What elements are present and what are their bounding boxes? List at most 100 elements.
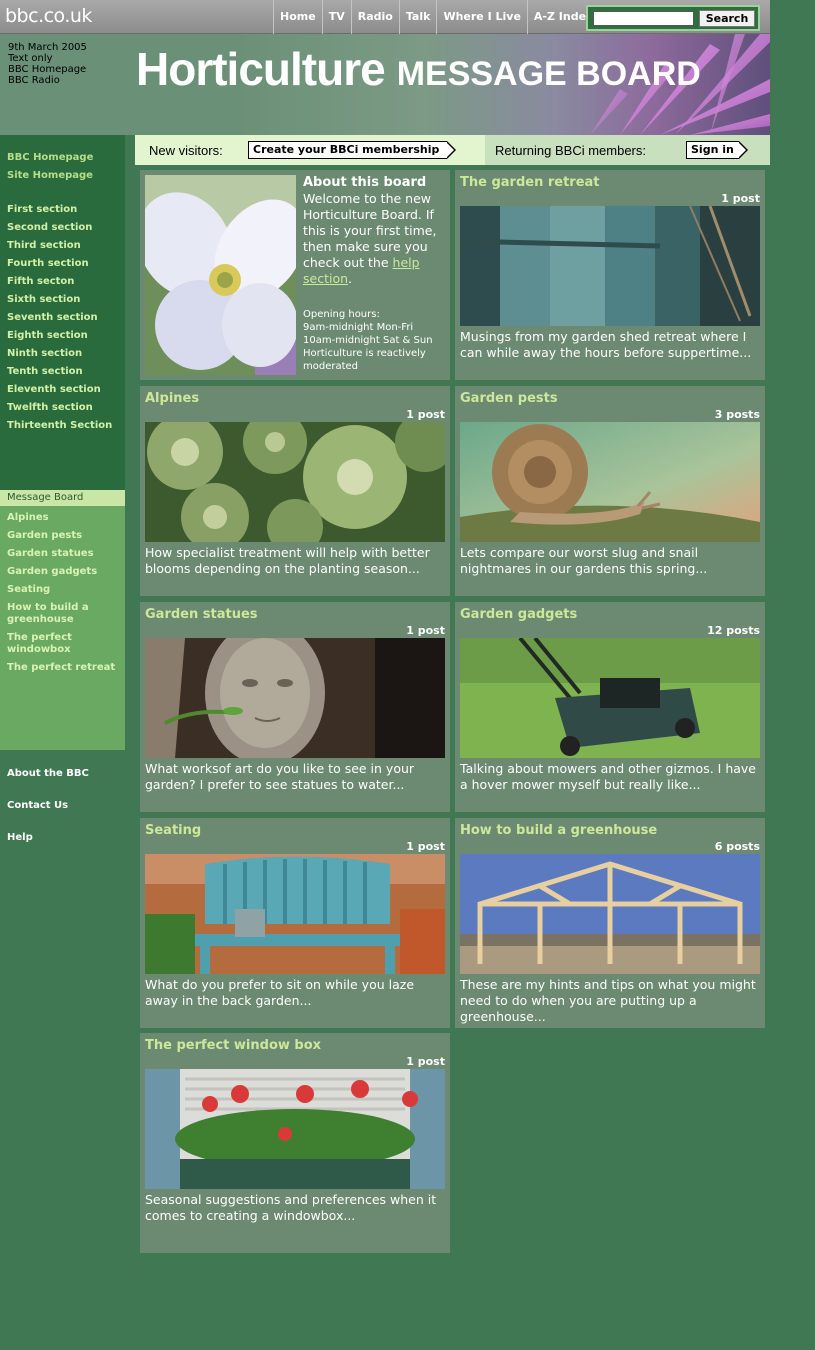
sidebar-item-ninth-section[interactable]: Ninth section: [0, 347, 125, 365]
message-board-label[interactable]: Message Board: [0, 490, 125, 506]
search-box: Search: [586, 5, 760, 31]
returning-members-panel: Returning BBCi members: Sign in: [485, 135, 770, 165]
sidebar-item-alpines[interactable]: Alpines: [0, 512, 125, 524]
post-count: 1 post: [721, 192, 760, 205]
banner-info: 9th March 2005 Text only BBC Homepage BB…: [8, 42, 87, 86]
search-button[interactable]: Search: [699, 10, 755, 27]
board-card-garden-gadgets[interactable]: Garden gadgets 12 posts Talking about mo…: [455, 602, 765, 812]
sidebar-item-eleventh-section[interactable]: Eleventh section: [0, 383, 125, 401]
sidebar-item-windowbox[interactable]: The perfect windowbox: [0, 632, 125, 656]
hours-weekday: 9am-midnight Mon-Fri: [303, 322, 414, 333]
sidebar-item-seventh-section[interactable]: Seventh section: [0, 311, 125, 329]
sidebar-item-seating[interactable]: Seating: [0, 584, 125, 596]
new-visitors-label: New visitors:: [149, 143, 223, 158]
post-count: 1 post: [406, 408, 445, 421]
about-text: Welcome to the new Horticulture Board. I…: [303, 191, 445, 287]
board-card-garden-pests[interactable]: Garden pests 3 posts Lets compare our wo…: [455, 386, 765, 596]
sidebar-item-first-section[interactable]: First section: [0, 203, 125, 221]
sidebar-item-eighth-section[interactable]: Eighth section: [0, 329, 125, 347]
card-description: How specialist treatment will help with …: [145, 545, 430, 576]
window-box-image: [145, 1069, 445, 1189]
card-title[interactable]: The perfect window box: [145, 1038, 321, 1053]
card-title[interactable]: Garden statues: [145, 607, 258, 622]
board-card-seating[interactable]: Seating 1 post What do you prefer to sit…: [140, 818, 450, 1028]
contact-us-link[interactable]: Contact Us: [0, 797, 125, 829]
bbc-logo[interactable]: bbc.co.uk: [5, 5, 92, 27]
top-bar: bbc.co.uk Home TV Radio Talk Where I Liv…: [0, 0, 770, 34]
nav-board-links: Message Board Alpines Garden pests Garde…: [0, 490, 125, 750]
card-description: Lets compare our worst slug and snail ni…: [460, 545, 708, 576]
left-nav: BBC Homepage Site Homepage First section…: [0, 135, 125, 843]
board-card-garden-statues[interactable]: Garden statues 1 post What worksof art d…: [140, 602, 450, 812]
alpines-image: [145, 422, 445, 542]
hours-weekend: 10am-midnight Sat & Sun: [303, 335, 433, 346]
returning-members-label: Returning BBCi members:: [495, 143, 646, 158]
about-title: About this board: [303, 175, 427, 190]
sidebar-item-sixth-section[interactable]: Sixth section: [0, 293, 125, 311]
sidebar-item-retreat[interactable]: The perfect retreat: [0, 662, 125, 674]
create-membership-button[interactable]: Create your BBCi membership: [248, 141, 456, 159]
help-link[interactable]: Help: [0, 829, 125, 861]
lawnmower-image: [460, 638, 760, 758]
about-flower-image: [145, 175, 296, 375]
sidebar-item-garden-gadgets[interactable]: Garden gadgets: [0, 566, 125, 578]
greenhouse-frame-image: [460, 854, 760, 974]
sidebar-item-fifth-section[interactable]: Fifth secton: [0, 275, 125, 293]
bbc-radio-link[interactable]: BBC Radio: [8, 75, 87, 86]
post-count: 6 posts: [714, 840, 760, 853]
opening-hours: Opening hours: 9am-midnight Mon-Fri 10am…: [303, 308, 451, 373]
post-count: 1 post: [406, 1055, 445, 1068]
sidebar-bbc-homepage-link[interactable]: BBC Homepage: [0, 151, 125, 169]
card-description: These are my hints and tips on what you …: [460, 977, 756, 1024]
title-message-board: MESSAGE BOARD: [396, 55, 701, 93]
sidebar-item-fourth-section[interactable]: Fourth section: [0, 257, 125, 275]
board-card-garden-retreat[interactable]: The garden retreat 1 post Musings from m…: [455, 170, 765, 380]
bench-image: [145, 854, 445, 974]
sidebar-item-twelfth-section[interactable]: Twelfth section: [0, 401, 125, 419]
card-description: What do you prefer to sit on while you l…: [145, 977, 415, 1008]
nav-radio-link[interactable]: Radio: [350, 0, 399, 34]
board-card-window-box[interactable]: The perfect window box 1 post Seasonal s…: [140, 1033, 450, 1253]
banner: 9th March 2005 Text only BBC Homepage BB…: [0, 34, 770, 135]
search-input[interactable]: [593, 11, 694, 26]
board-card-greenhouse[interactable]: How to build a greenhouse 6 posts These …: [455, 818, 765, 1028]
sidebar-item-tenth-section[interactable]: Tenth section: [0, 365, 125, 383]
date-label: 9th March 2005: [8, 42, 87, 53]
sign-in-button[interactable]: Sign in: [686, 141, 748, 159]
bbc-homepage-link[interactable]: BBC Homepage: [8, 64, 87, 75]
about-board-card: About this board Welcome to the new Hort…: [140, 170, 450, 380]
garden-shed-image: [460, 206, 760, 326]
text-only-link[interactable]: Text only: [8, 53, 87, 64]
card-title[interactable]: Garden pests: [460, 391, 558, 406]
hours-label: Opening hours:: [303, 309, 380, 320]
about-bbc-link[interactable]: About the BBC: [0, 765, 125, 797]
card-title[interactable]: Garden gadgets: [460, 607, 577, 622]
post-count: 1 post: [406, 840, 445, 853]
sidebar-item-thirteenth-section[interactable]: Thirteenth Section: [0, 419, 125, 437]
nav-sections: BBC Homepage Site Homepage First section…: [0, 135, 125, 490]
new-visitors-panel: New visitors: Create your BBCi membershi…: [135, 135, 485, 165]
sidebar-item-garden-pests[interactable]: Garden pests: [0, 530, 125, 542]
nav-talk-link[interactable]: Talk: [398, 0, 437, 34]
board-card-alpines[interactable]: Alpines 1 post How specialist treatment …: [140, 386, 450, 596]
post-count: 3 posts: [714, 408, 760, 421]
sidebar-item-second-section[interactable]: Second section: [0, 221, 125, 239]
sidebar-item-garden-statues[interactable]: Garden statues: [0, 548, 125, 560]
post-count: 12 posts: [707, 624, 760, 637]
about-after-link: .: [348, 271, 353, 286]
card-title[interactable]: Alpines: [145, 391, 199, 406]
nav-home-link[interactable]: Home: [273, 0, 322, 34]
card-title[interactable]: The garden retreat: [460, 175, 600, 190]
card-description: Musings from my garden shed retreat wher…: [460, 329, 752, 360]
nav-tv-link[interactable]: TV: [321, 0, 351, 34]
nav-where-i-live-link[interactable]: Where I Live: [436, 0, 526, 34]
sidebar-site-homepage-link[interactable]: Site Homepage: [0, 169, 125, 187]
sidebar-item-greenhouse[interactable]: How to build a greenhouse: [0, 602, 125, 626]
card-title[interactable]: Seating: [145, 823, 201, 838]
card-title[interactable]: How to build a greenhouse: [460, 823, 657, 838]
nav-footer: About the BBC Contact Us Help: [0, 765, 125, 861]
top-nav: Home TV Radio Talk Where I Live A-Z Inde…: [273, 0, 599, 34]
sidebar-item-third-section[interactable]: Third section: [0, 239, 125, 257]
page-title: Horticulture MESSAGE BOARD: [136, 42, 701, 96]
card-description: Seasonal suggestions and preferences whe…: [145, 1192, 437, 1223]
